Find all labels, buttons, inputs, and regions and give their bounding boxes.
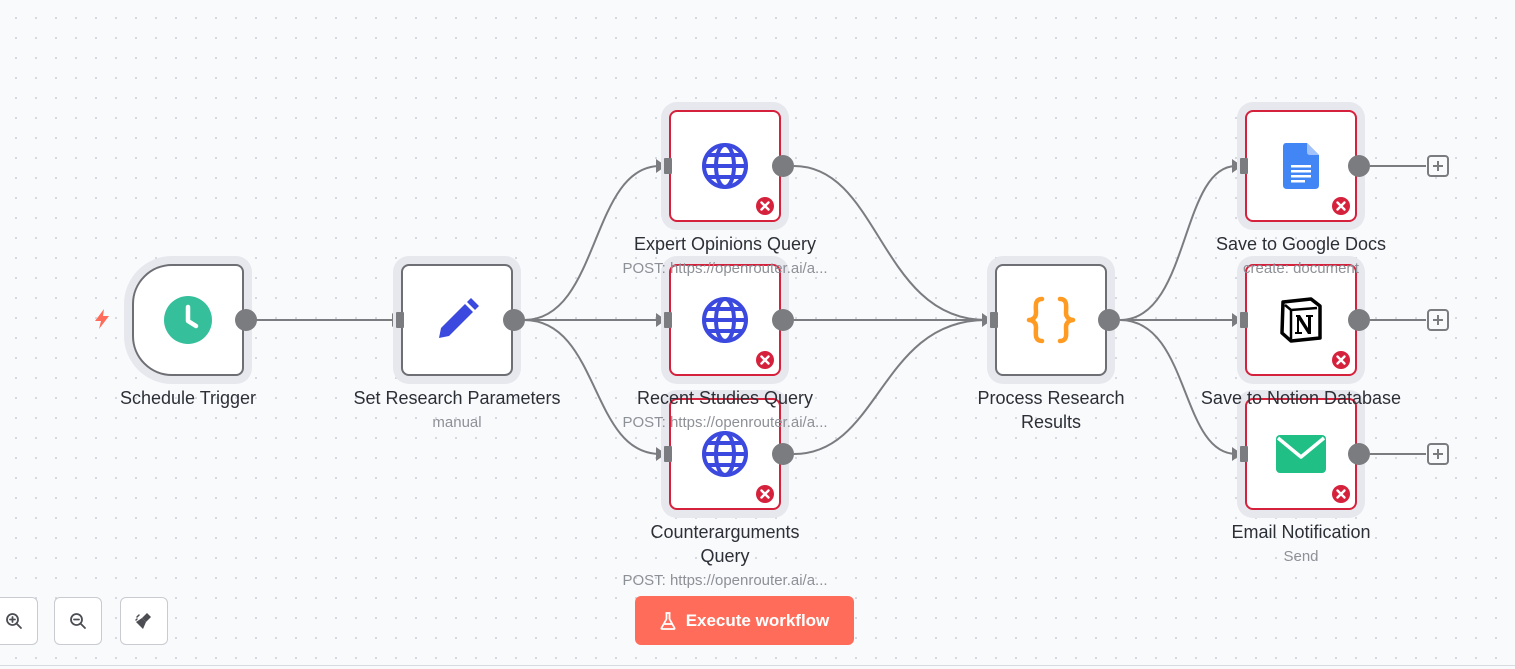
plus-icon — [1433, 161, 1443, 171]
input-handle-recent-studies-query[interactable] — [664, 312, 672, 328]
output-handle-schedule-trigger[interactable] — [235, 309, 257, 331]
node-label-save-to-notion-database: Save to Notion Database — [1200, 388, 1402, 408]
globe-icon — [700, 295, 750, 345]
globe-icon — [700, 141, 750, 191]
zoom-in-button[interactable] — [0, 597, 38, 645]
zoom-in-icon — [6, 613, 22, 629]
execute-workflow-button[interactable]: Execute workflow — [635, 596, 854, 645]
tidy-up-button[interactable] — [120, 597, 168, 645]
workflow-canvas[interactable]: Schedule Trigger Set Research Parameters… — [0, 0, 1515, 669]
notion-icon — [1277, 296, 1325, 344]
input-handle-save-to-google-docs[interactable] — [1240, 158, 1248, 174]
globe-icon — [700, 429, 750, 479]
zoom-out-icon — [70, 613, 86, 629]
node-set-research-parameters[interactable] — [401, 264, 513, 376]
plus-icon — [1433, 449, 1443, 459]
execute-workflow-label: Execute workflow — [685, 610, 830, 630]
node-subtitle-email-notification: Send — [1283, 548, 1319, 565]
error-icon — [1332, 351, 1350, 369]
node-schedule-trigger[interactable] — [132, 264, 244, 376]
add-node-after-email-button[interactable] — [1427, 443, 1449, 465]
flask-icon — [660, 611, 676, 630]
output-handle-save-to-notion-database[interactable] — [1348, 309, 1370, 331]
output-handle-counterarguments-query[interactable] — [772, 443, 794, 465]
broom-icon — [135, 613, 151, 629]
input-handle-expert-opinions-query[interactable] — [664, 158, 672, 174]
node-expert-opinions-query[interactable] — [669, 110, 781, 222]
zoom-out-button[interactable] — [54, 597, 102, 645]
node-label-email-notification: Email Notification — [1231, 522, 1371, 542]
input-handle-save-to-notion-database[interactable] — [1240, 312, 1248, 328]
output-handle-save-to-google-docs[interactable] — [1348, 155, 1370, 177]
output-handle-process-research-results[interactable] — [1098, 309, 1120, 331]
plus-icon — [1433, 315, 1443, 325]
node-label-expert-opinions-query: Expert Opinions Query — [633, 234, 817, 254]
error-icon — [1332, 197, 1350, 215]
error-icon — [756, 197, 774, 215]
output-handle-email-notification[interactable] — [1348, 443, 1370, 465]
node-subtitle-counterarguments-query: POST: https://openrouter.ai/a... — [622, 572, 828, 589]
node-process-research-results[interactable] — [995, 264, 1107, 376]
add-node-after-notion-button[interactable] — [1427, 309, 1449, 331]
node-label-save-to-google-docs: Save to Google Docs — [1215, 234, 1387, 254]
node-subtitle-expert-opinions-query: POST: https://openrouter.ai/a... — [622, 260, 828, 277]
node-email-notification[interactable] — [1245, 398, 1357, 510]
node-save-to-google-docs[interactable] — [1245, 110, 1357, 222]
canvas-bottom-border — [0, 665, 1515, 666]
node-subtitle-recent-studies-query: POST: https://openrouter.ai/a... — [622, 414, 828, 431]
node-subtitle-save-to-google-docs: create: document — [1243, 260, 1359, 277]
input-handle-process-research-results[interactable] — [990, 312, 998, 328]
error-icon — [1332, 485, 1350, 503]
google-docs-icon — [1283, 143, 1319, 189]
input-handle-counterarguments-query[interactable] — [664, 446, 672, 462]
error-icon — [756, 351, 774, 369]
input-handle-email-notification[interactable] — [1240, 446, 1248, 462]
node-label-schedule-trigger: Schedule Trigger — [119, 388, 257, 408]
error-icon — [756, 485, 774, 503]
add-node-after-google-docs-button[interactable] — [1427, 155, 1449, 177]
node-label-recent-studies-query: Recent Studies Query — [636, 388, 814, 408]
clock-icon — [163, 295, 213, 345]
trigger-bolt-icon — [92, 308, 112, 335]
output-handle-expert-opinions-query[interactable] — [772, 155, 794, 177]
mail-icon — [1276, 435, 1326, 473]
pencil-icon — [431, 294, 483, 346]
output-handle-recent-studies-query[interactable] — [772, 309, 794, 331]
node-label-counterarguments-query: Counterarguments Query — [650, 522, 800, 566]
node-label-process-research-results: Process Research Results — [977, 388, 1125, 432]
node-subtitle-set-research-parameters: manual — [432, 414, 482, 431]
node-label-set-research-parameters: Set Research Parameters — [353, 388, 561, 408]
input-handle-set-research-parameters[interactable] — [396, 312, 404, 328]
code-braces-icon — [1024, 295, 1078, 345]
node-save-to-notion-database[interactable] — [1245, 264, 1357, 376]
output-handle-set-research-parameters[interactable] — [503, 309, 525, 331]
node-recent-studies-query[interactable] — [669, 264, 781, 376]
